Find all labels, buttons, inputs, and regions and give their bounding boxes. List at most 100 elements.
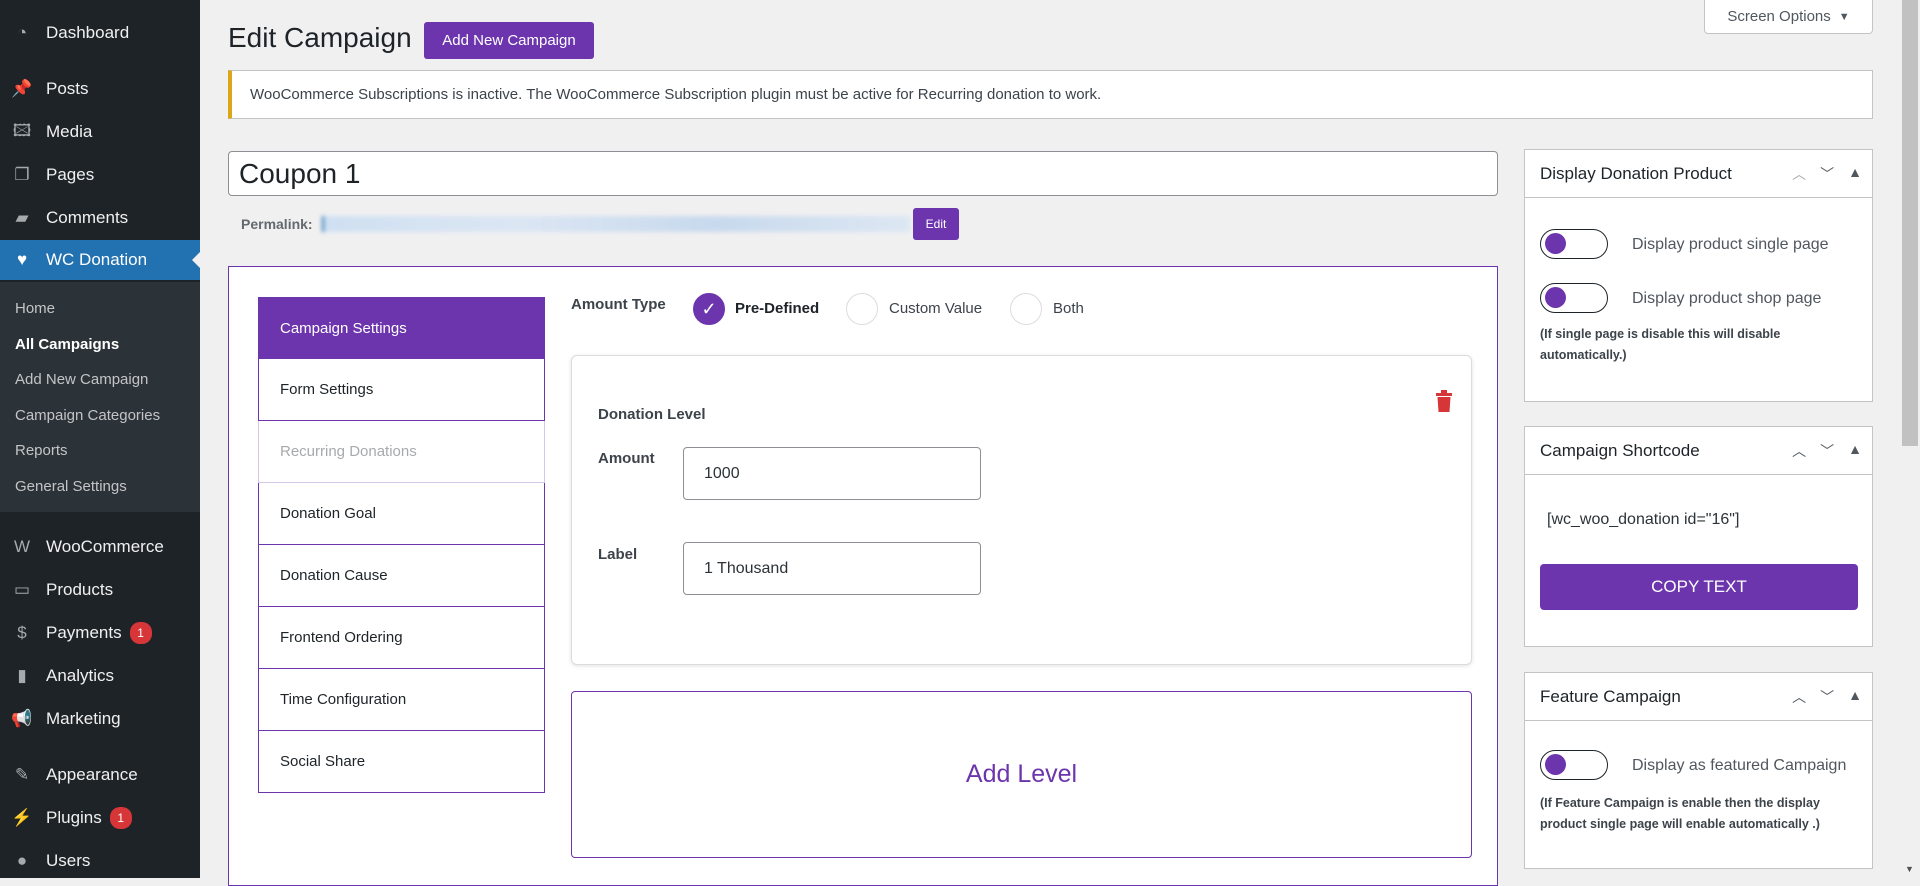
- screen-options-label: Screen Options: [1727, 8, 1831, 25]
- sidebar-item-products[interactable]: ▭ Products: [0, 570, 200, 610]
- pre-defined-label: Pre-Defined: [735, 300, 820, 317]
- media-icon: 🖾: [12, 120, 32, 140]
- dashboard-icon: ◔: [16, 23, 28, 42]
- box-title: Campaign Shortcode: [1540, 440, 1700, 460]
- edit-permalink-button[interactable]: Edit: [913, 208, 959, 240]
- update-count-badge: 1: [109, 807, 132, 829]
- radio-both[interactable]: [1010, 293, 1042, 325]
- sidebar-item-dashboard[interactable]: ◔ Dashboard: [0, 13, 200, 53]
- copy-text-button[interactable]: COPY TEXT: [1540, 564, 1858, 610]
- tab-form-settings[interactable]: Form Settings: [258, 359, 545, 421]
- radio-pre-defined[interactable]: ✓: [693, 293, 725, 325]
- sidebar-item-comments[interactable]: ▰ Comments: [0, 198, 200, 238]
- chevron-up-icon[interactable]: ︿: [1792, 441, 1806, 461]
- both-label: Both: [1053, 300, 1084, 317]
- label-label: Label: [598, 546, 638, 563]
- tab-campaign-settings[interactable]: Campaign Settings: [258, 297, 545, 359]
- tab-recurring-donations[interactable]: Recurring Donations: [258, 421, 545, 483]
- add-level-button[interactable]: Add Level: [571, 691, 1472, 858]
- chevron-down-icon[interactable]: ﹀: [1820, 164, 1834, 184]
- collapse-triangle-icon[interactable]: ▲: [1848, 164, 1862, 184]
- feature-note: (If Feature Campaign is enable then the …: [1540, 796, 1820, 831]
- scrollbar-thumb[interactable]: [1902, 0, 1918, 446]
- collapse-triangle-icon[interactable]: ▲: [1848, 687, 1862, 707]
- submenu-item[interactable]: Add New Campaign: [15, 371, 148, 388]
- amount-label: Amount: [598, 450, 655, 467]
- sidebar-item-label: Plugins: [46, 808, 102, 827]
- donation-level-title: Donation Level: [598, 406, 706, 423]
- chevron-up-icon[interactable]: ︿: [1792, 164, 1806, 184]
- sidebar-item-label: Posts: [46, 79, 89, 98]
- collapse-triangle-icon[interactable]: ▲: [1848, 441, 1862, 461]
- shop-page-label: Display product shop page: [1632, 290, 1822, 307]
- box-title: Display Donation Product: [1540, 163, 1732, 183]
- sidebar-item-label: Comments: [46, 208, 129, 227]
- tab-time-configuration[interactable]: Time Configuration: [258, 669, 545, 731]
- subscriptions-notice: WooCommerce Subscriptions is inactive. T…: [228, 70, 1873, 119]
- comment-icon: ▰: [15, 208, 29, 227]
- admin-sidebar: Home All Campaigns Add New Campaign Campaig…: [0, 0, 200, 878]
- sidebar-item-label: Users: [46, 851, 91, 870]
- campaign-title-input[interactable]: [228, 151, 1498, 196]
- sidebar-item-label: Payments: [46, 623, 122, 642]
- permalink-label: Permalink:: [241, 216, 313, 232]
- sidebar-item-woocommerce[interactable]: W WooCommerce: [0, 527, 200, 567]
- sidebar-item-payments[interactable]: $ Payments 1: [0, 613, 200, 653]
- update-count-badge: 1: [129, 622, 152, 644]
- sidebar-item-label: Pages: [46, 165, 95, 184]
- amount-type-label: Amount Type: [571, 296, 666, 313]
- scroll-down-arrow-icon[interactable]: ▼: [1905, 864, 1914, 874]
- chevron-up-icon[interactable]: ︿: [1792, 687, 1806, 707]
- shop-page-toggle[interactable]: [1540, 283, 1608, 313]
- display-note: (If single page is disable this will dis…: [1540, 327, 1781, 362]
- megaphone-icon: 📢: [11, 709, 33, 728]
- radio-custom-value[interactable]: [846, 293, 878, 325]
- featured-toggle[interactable]: [1540, 750, 1608, 780]
- campaign-shortcode-box: Campaign Shortcode ︿ ﹀ ▲ [wc_woo_donation i…: [1524, 426, 1873, 647]
- chevron-down-icon[interactable]: ﹀: [1820, 441, 1834, 461]
- pin-icon: 📌: [11, 79, 33, 98]
- scrollbar[interactable]: ▼: [1900, 0, 1920, 878]
- label-input[interactable]: [683, 542, 981, 595]
- trash-icon[interactable]: [1436, 390, 1452, 412]
- tab-donation-goal[interactable]: Donation Goal: [258, 483, 545, 545]
- sidebar-item-plugins[interactable]: ⚡ Plugins 1: [0, 798, 200, 838]
- submenu-item[interactable]: General Settings: [15, 478, 127, 495]
- tab-frontend-ordering[interactable]: Frontend Ordering: [258, 607, 545, 669]
- dollar-icon: $: [17, 623, 27, 642]
- tab-donation-cause[interactable]: Donation Cause: [258, 545, 545, 607]
- amount-input[interactable]: [683, 447, 981, 500]
- sidebar-item-pages[interactable]: ❐ Pages: [0, 155, 200, 195]
- archive-icon: ▭: [13, 580, 31, 599]
- sidebar-item-posts[interactable]: 📌 Posts: [0, 69, 200, 109]
- sidebar-item-wc-donation[interactable]: ♥ WC Donation: [0, 240, 200, 280]
- submenu-item[interactable]: Home: [15, 300, 55, 317]
- brush-icon: ✎: [14, 765, 30, 784]
- triangle-down-icon: ▼: [1838, 10, 1850, 23]
- submenu-item[interactable]: Reports: [15, 442, 68, 459]
- sidebar-item-marketing[interactable]: 📢 Marketing: [0, 699, 200, 739]
- shortcode-text[interactable]: [wc_woo_donation id="16"]: [1547, 511, 1739, 529]
- sidebar-item-media[interactable]: 🖾 Media: [0, 112, 200, 152]
- permalink-url-blurred[interactable]: [322, 216, 910, 232]
- add-new-campaign-button[interactable]: Add New Campaign: [424, 22, 594, 59]
- tab-social-share[interactable]: Social Share: [258, 731, 545, 793]
- sidebar-item-label: Products: [46, 580, 114, 599]
- user-icon: ●: [16, 851, 28, 870]
- single-page-toggle[interactable]: [1540, 229, 1608, 259]
- submenu-item[interactable]: Campaign Categories: [15, 407, 160, 424]
- submenu-item[interactable]: All Campaigns: [15, 336, 119, 353]
- screen-options-button[interactable]: Screen Options ▼: [1704, 0, 1873, 34]
- display-donation-product-box: Display Donation Product ︿ ﹀ ▲ Display prod…: [1524, 149, 1873, 402]
- check-icon: ✓: [701, 298, 717, 319]
- custom-value-label: Custom Value: [889, 300, 983, 317]
- sidebar-item-label: Media: [46, 122, 93, 141]
- single-page-label: Display product single page: [1632, 236, 1829, 253]
- sidebar-item-users[interactable]: ● Users: [0, 841, 200, 881]
- woo-icon: W: [13, 537, 31, 556]
- chevron-down-icon[interactable]: ﹀: [1820, 687, 1834, 707]
- sidebar-item-appearance[interactable]: ✎ Appearance: [0, 755, 200, 795]
- sidebar-item-label: Dashboard: [46, 23, 130, 42]
- sidebar-item-label: WC Donation: [46, 250, 148, 269]
- sidebar-item-analytics[interactable]: ▮ Analytics: [0, 656, 200, 696]
